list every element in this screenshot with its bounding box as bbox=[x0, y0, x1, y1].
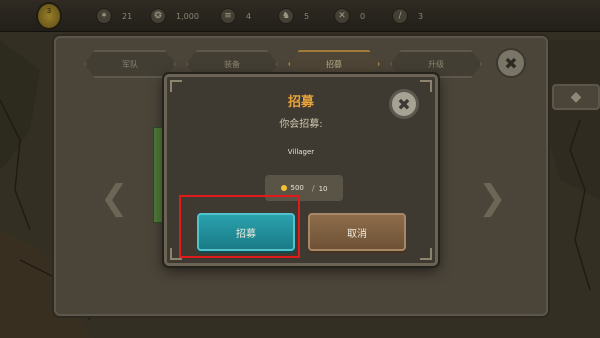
next-arrow-button[interactable]: ❯ bbox=[478, 178, 507, 218]
gem-icon: ◆ bbox=[570, 89, 582, 105]
gem-button[interactable]: ◆ bbox=[552, 84, 600, 110]
cancel-button[interactable]: 取消 bbox=[308, 213, 406, 251]
gold-cost-value: 500 bbox=[290, 184, 304, 192]
frame-corner bbox=[420, 248, 432, 260]
other-cost-value: 10 bbox=[318, 184, 328, 193]
close-icon: ✖ bbox=[397, 94, 411, 114]
tab-army[interactable]: 军队 bbox=[84, 50, 176, 78]
tab-label: 军队 bbox=[122, 59, 138, 69]
chevron-left-icon: ❮ bbox=[100, 178, 129, 218]
close-icon: ✖ bbox=[504, 53, 518, 73]
chevron-right-icon: ❯ bbox=[478, 178, 507, 218]
tab-label: 装备 bbox=[224, 59, 240, 69]
dialog-close-button[interactable]: ✖ bbox=[389, 89, 419, 119]
previous-arrow-button[interactable]: ❮ bbox=[100, 178, 129, 218]
cancel-button-label: 取消 bbox=[347, 228, 367, 240]
dagger-icon: / bbox=[311, 183, 315, 193]
tab-label: 招募 bbox=[326, 59, 342, 69]
unit-name: Villager bbox=[287, 148, 315, 156]
window-close-button[interactable]: ✖ bbox=[496, 48, 526, 78]
coin-icon bbox=[280, 185, 287, 191]
dialog-subtitle: 你会招募: bbox=[279, 119, 323, 130]
other-cost: /10 bbox=[312, 184, 328, 193]
tab-label: 升级 bbox=[428, 59, 444, 69]
gold-cost: 500 bbox=[280, 184, 304, 192]
highlight-box bbox=[179, 195, 300, 258]
unit-card-edge bbox=[153, 127, 163, 223]
